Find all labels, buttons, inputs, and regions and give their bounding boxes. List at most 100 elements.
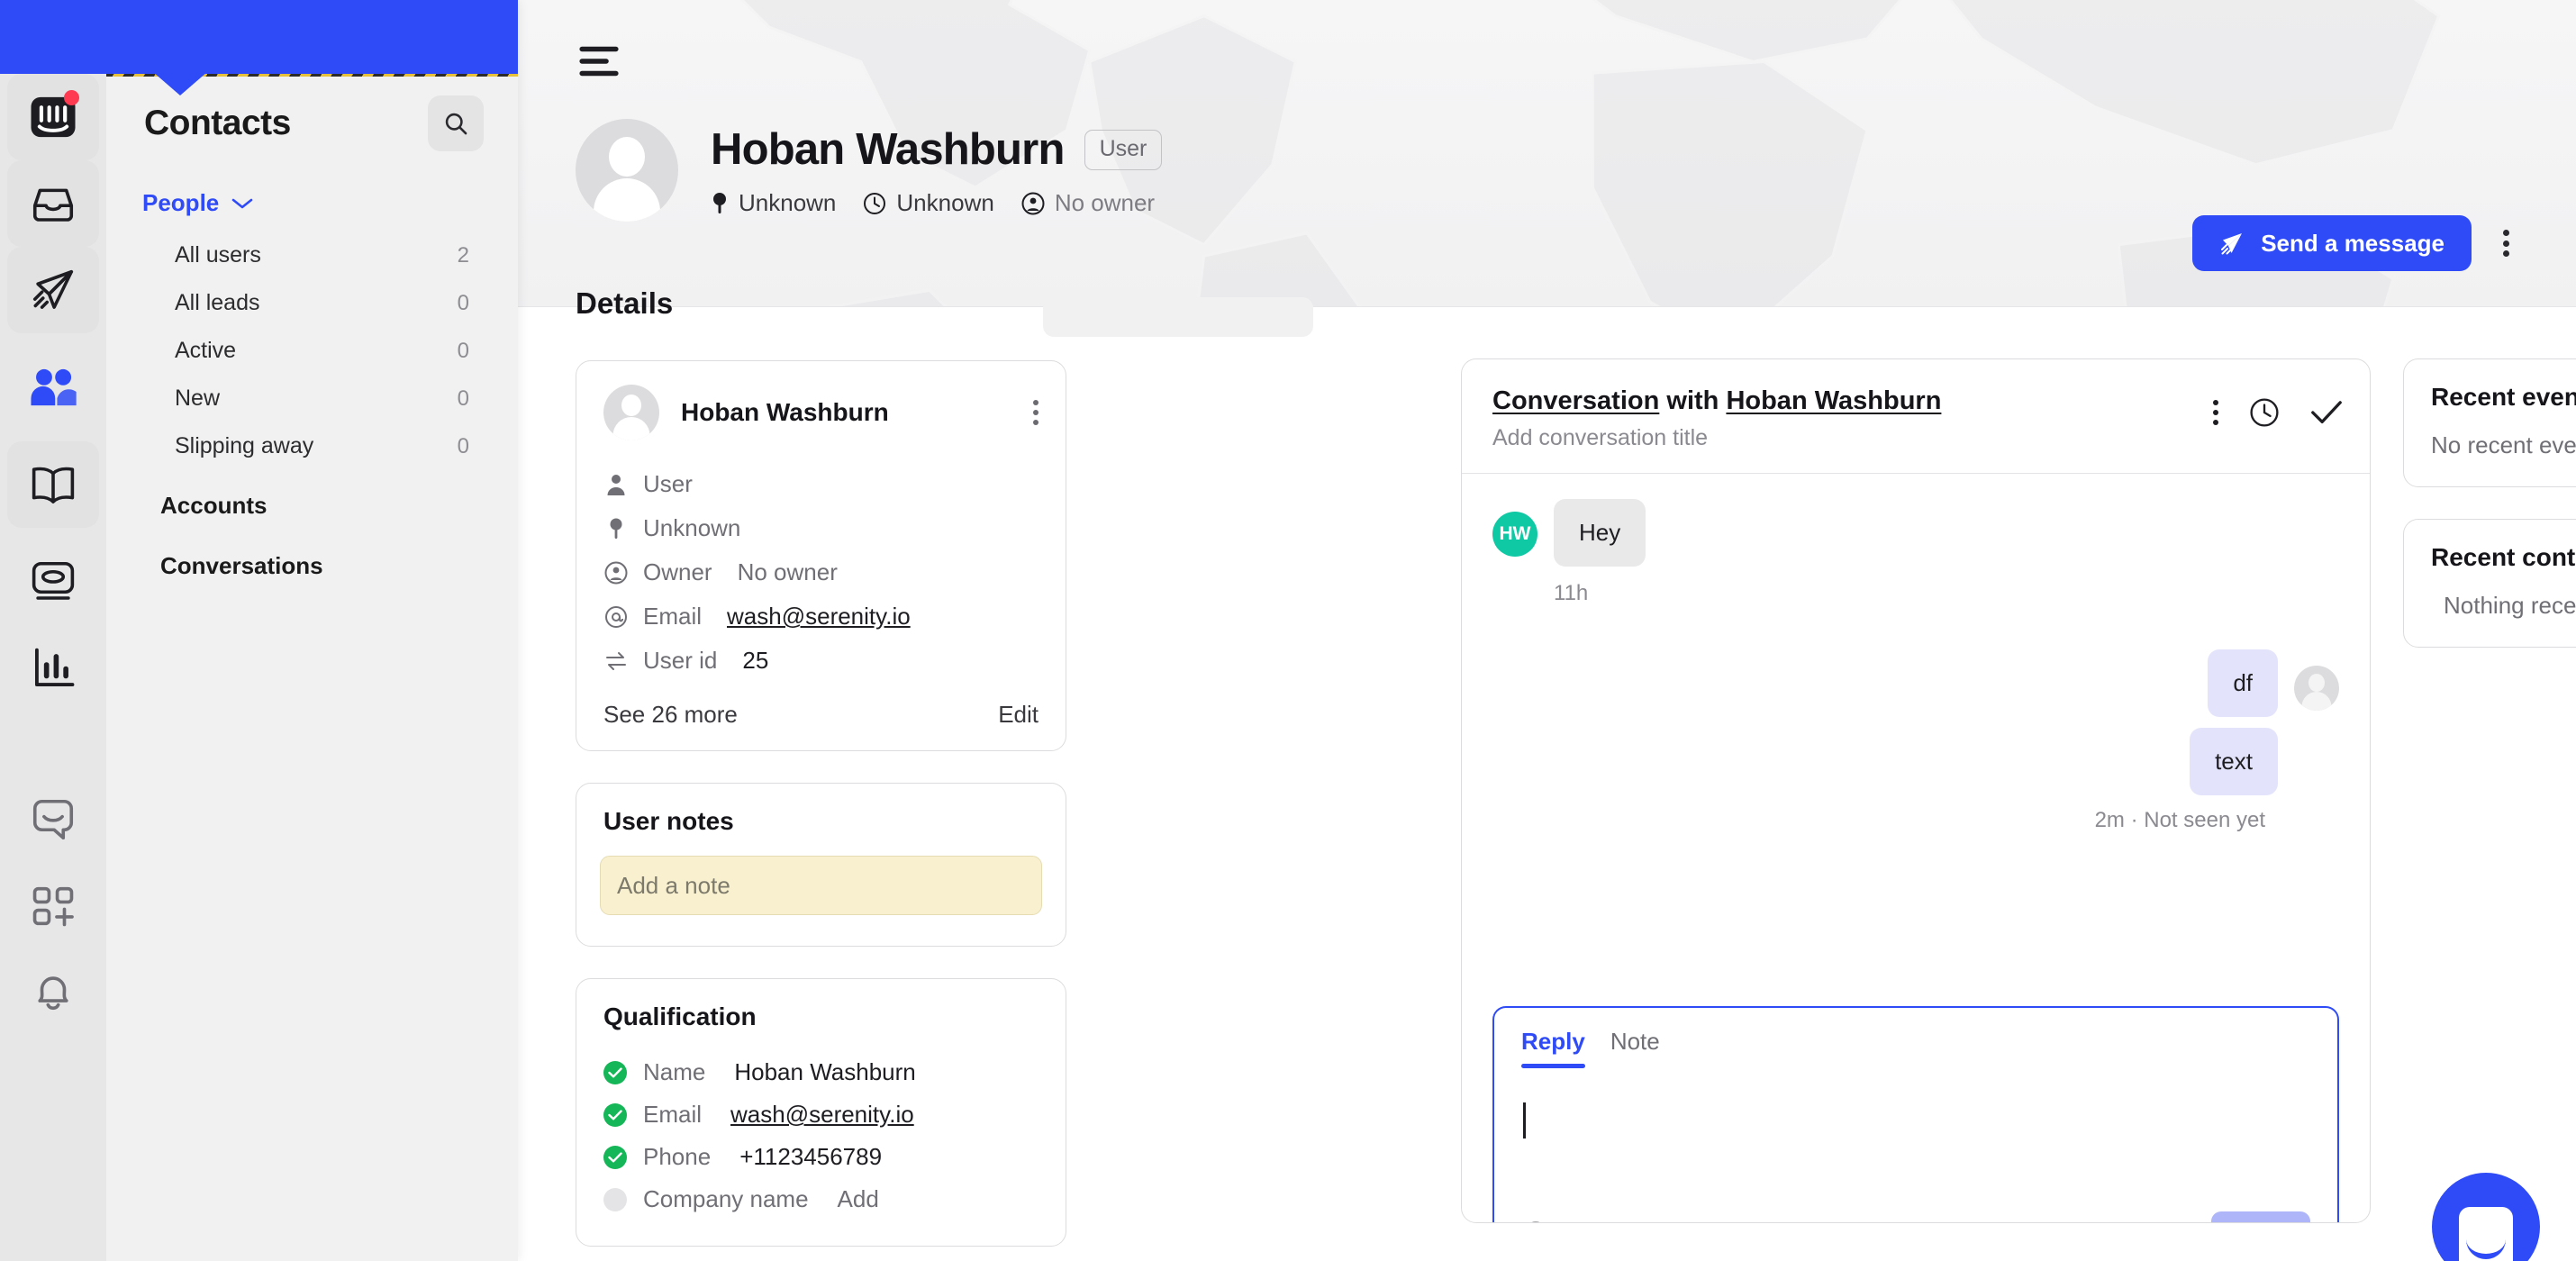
detail-row-owner-value: No owner	[737, 558, 838, 585]
circle-empty-icon	[603, 1187, 627, 1211]
qualification-row-email: Email wash@serenity.io	[603, 1093, 1039, 1136]
sidebar-item-all-users[interactable]: All users 2	[142, 231, 482, 279]
sidebar-item-count: 2	[457, 242, 469, 268]
meta-location: Unknown	[711, 189, 836, 217]
message-bubble: df	[2208, 649, 2278, 717]
reply-composer[interactable]: Reply Note	[1492, 1006, 2339, 1223]
open-book-icon	[32, 467, 75, 503]
bar-chart-icon	[34, 648, 75, 687]
conversation-title-name: Hoban Washburn	[1726, 386, 1942, 415]
app-icon-rail	[0, 0, 106, 1261]
qualification-row-company: Company name Add	[603, 1178, 1039, 1220]
check-icon[interactable]	[2310, 399, 2343, 426]
see-more-button[interactable]: See 26 more	[603, 701, 738, 729]
check-icon	[603, 1060, 627, 1084]
status-badge: User	[1084, 129, 1163, 170]
add-conversation-title-button[interactable]: Add conversation title	[1492, 425, 2339, 451]
recent-content-body: Nothing recent content	[2444, 592, 2576, 619]
message-timestamp: 11h	[1554, 581, 1589, 605]
right-column: Recent events No recent events Recent co…	[2403, 358, 2576, 648]
clock-icon[interactable]	[2249, 397, 2280, 428]
rail-item-inbox[interactable]	[7, 160, 99, 247]
header-more-button[interactable]	[2490, 227, 2522, 259]
conversation-more-button[interactable]	[2213, 400, 2218, 425]
recent-events-title: Recent events	[2431, 383, 2576, 411]
chat-bubble-icon	[32, 799, 74, 840]
details-card-name: Hoban Washburn	[681, 398, 889, 426]
recent-events-body: No recent events	[2431, 431, 2576, 458]
search-button[interactable]	[428, 95, 484, 151]
send-a-message-button[interactable]: Send a message	[2192, 215, 2472, 271]
sidebar-item-new[interactable]: New 0	[142, 375, 482, 422]
detail-row-email-value[interactable]: wash@serenity.io	[727, 603, 911, 630]
send-reply-button[interactable]	[2211, 1211, 2310, 1222]
inbox-tray-icon	[32, 188, 74, 222]
sidebar-item-all-leads[interactable]: All leads 0	[142, 279, 482, 327]
recent-events-card: Recent events No recent events	[2403, 358, 2576, 487]
rail-item-outbound[interactable]	[7, 247, 99, 333]
qualification-row-email-key: Email	[643, 1101, 703, 1128]
text-cursor	[1523, 1102, 1526, 1139]
conversation-column: Conversation with Hoban Washburn Add con…	[1461, 358, 2371, 1223]
detail-row-role: User	[603, 462, 1039, 506]
rail-item-articles[interactable]	[7, 441, 99, 528]
sidebar-item-active[interactable]: Active 0	[142, 327, 482, 375]
rail-item-news[interactable]	[7, 539, 99, 625]
sidebar-group-people-label: People	[142, 189, 220, 216]
sidebar-item-label: Active	[175, 338, 237, 363]
sidebar-item-slipping-away[interactable]: Slipping away 0	[142, 422, 482, 470]
people-icon	[31, 368, 77, 406]
person-icon	[603, 473, 629, 496]
add-note-input[interactable]: Add a note	[600, 856, 1042, 915]
apps-plus-icon	[32, 886, 74, 927]
qualification-row-company-key: Company name	[643, 1185, 809, 1212]
message-outgoing: df text	[1492, 649, 2339, 795]
rail-item-messenger[interactable]	[7, 776, 99, 863]
sidebar-item-count: 0	[457, 290, 469, 315]
rail-item-home[interactable]	[7, 74, 99, 160]
sidebar-group-people[interactable]: People	[142, 177, 482, 231]
conversation-title[interactable]: Conversation with Hoban Washburn	[1492, 386, 2339, 416]
details-card-more-button[interactable]	[1033, 400, 1039, 425]
tab-reply[interactable]: Reply	[1521, 1028, 1585, 1068]
recent-content-title: Recent content	[2431, 543, 2576, 571]
main-region: Hoban Washburn User Unknown Unknown No o…	[518, 0, 2576, 1261]
tab-note[interactable]: Note	[1610, 1028, 1660, 1068]
qualification-row-company-value[interactable]: Add	[838, 1185, 879, 1213]
rail-item-contacts[interactable]	[7, 344, 99, 431]
detail-row-userid-value: 25	[742, 647, 769, 674]
hamburger-menu-icon[interactable]	[579, 45, 619, 77]
check-icon	[603, 1145, 627, 1169]
image-icon[interactable]	[1577, 1220, 1606, 1223]
sidebar-item-count: 0	[457, 338, 469, 363]
sidebar-item-label: All users	[175, 242, 261, 268]
detail-row-location-value: Unknown	[643, 514, 741, 541]
conversation-title-mid: with	[1659, 386, 1727, 415]
rail-item-reports[interactable]	[7, 625, 99, 712]
paper-plane-icon	[32, 269, 74, 309]
gif-icon[interactable]	[1633, 1220, 1662, 1223]
avatar: HW	[1492, 512, 1537, 557]
user-notes-title: User notes	[603, 807, 734, 835]
check-icon	[603, 1102, 627, 1127]
search-icon	[445, 113, 467, 135]
rail-item-apps[interactable]	[7, 863, 99, 949]
contacts-sidebar: Contacts People All users 2 All leads 0 …	[106, 0, 518, 1261]
detail-row-email: Email wash@serenity.io	[603, 594, 1039, 639]
edit-details-button[interactable]: Edit	[998, 701, 1039, 729]
sidebar-section-conversations[interactable]: Conversations	[142, 529, 482, 589]
sidebar-item-count: 0	[457, 433, 469, 458]
detail-row-email-key: Email	[643, 603, 703, 630]
emoji-icon[interactable]	[1521, 1220, 1550, 1223]
conversation-title-prefix: Conversation	[1492, 386, 1660, 415]
meta-time-label: Unknown	[896, 189, 994, 216]
attachment-icon[interactable]	[1689, 1220, 1716, 1223]
card-stack-icon	[32, 561, 75, 600]
meta-time: Unknown	[863, 189, 994, 217]
sidebar-section-accounts[interactable]: Accounts	[142, 470, 482, 529]
owner-avatar-icon	[603, 561, 629, 585]
send-a-message-label: Send a message	[2261, 229, 2444, 257]
qualification-row-email-value[interactable]: wash@serenity.io	[730, 1101, 914, 1129]
rail-item-notifications[interactable]	[7, 949, 99, 1036]
contact-hero-header: Hoban Washburn User Unknown Unknown No o…	[518, 0, 2576, 306]
